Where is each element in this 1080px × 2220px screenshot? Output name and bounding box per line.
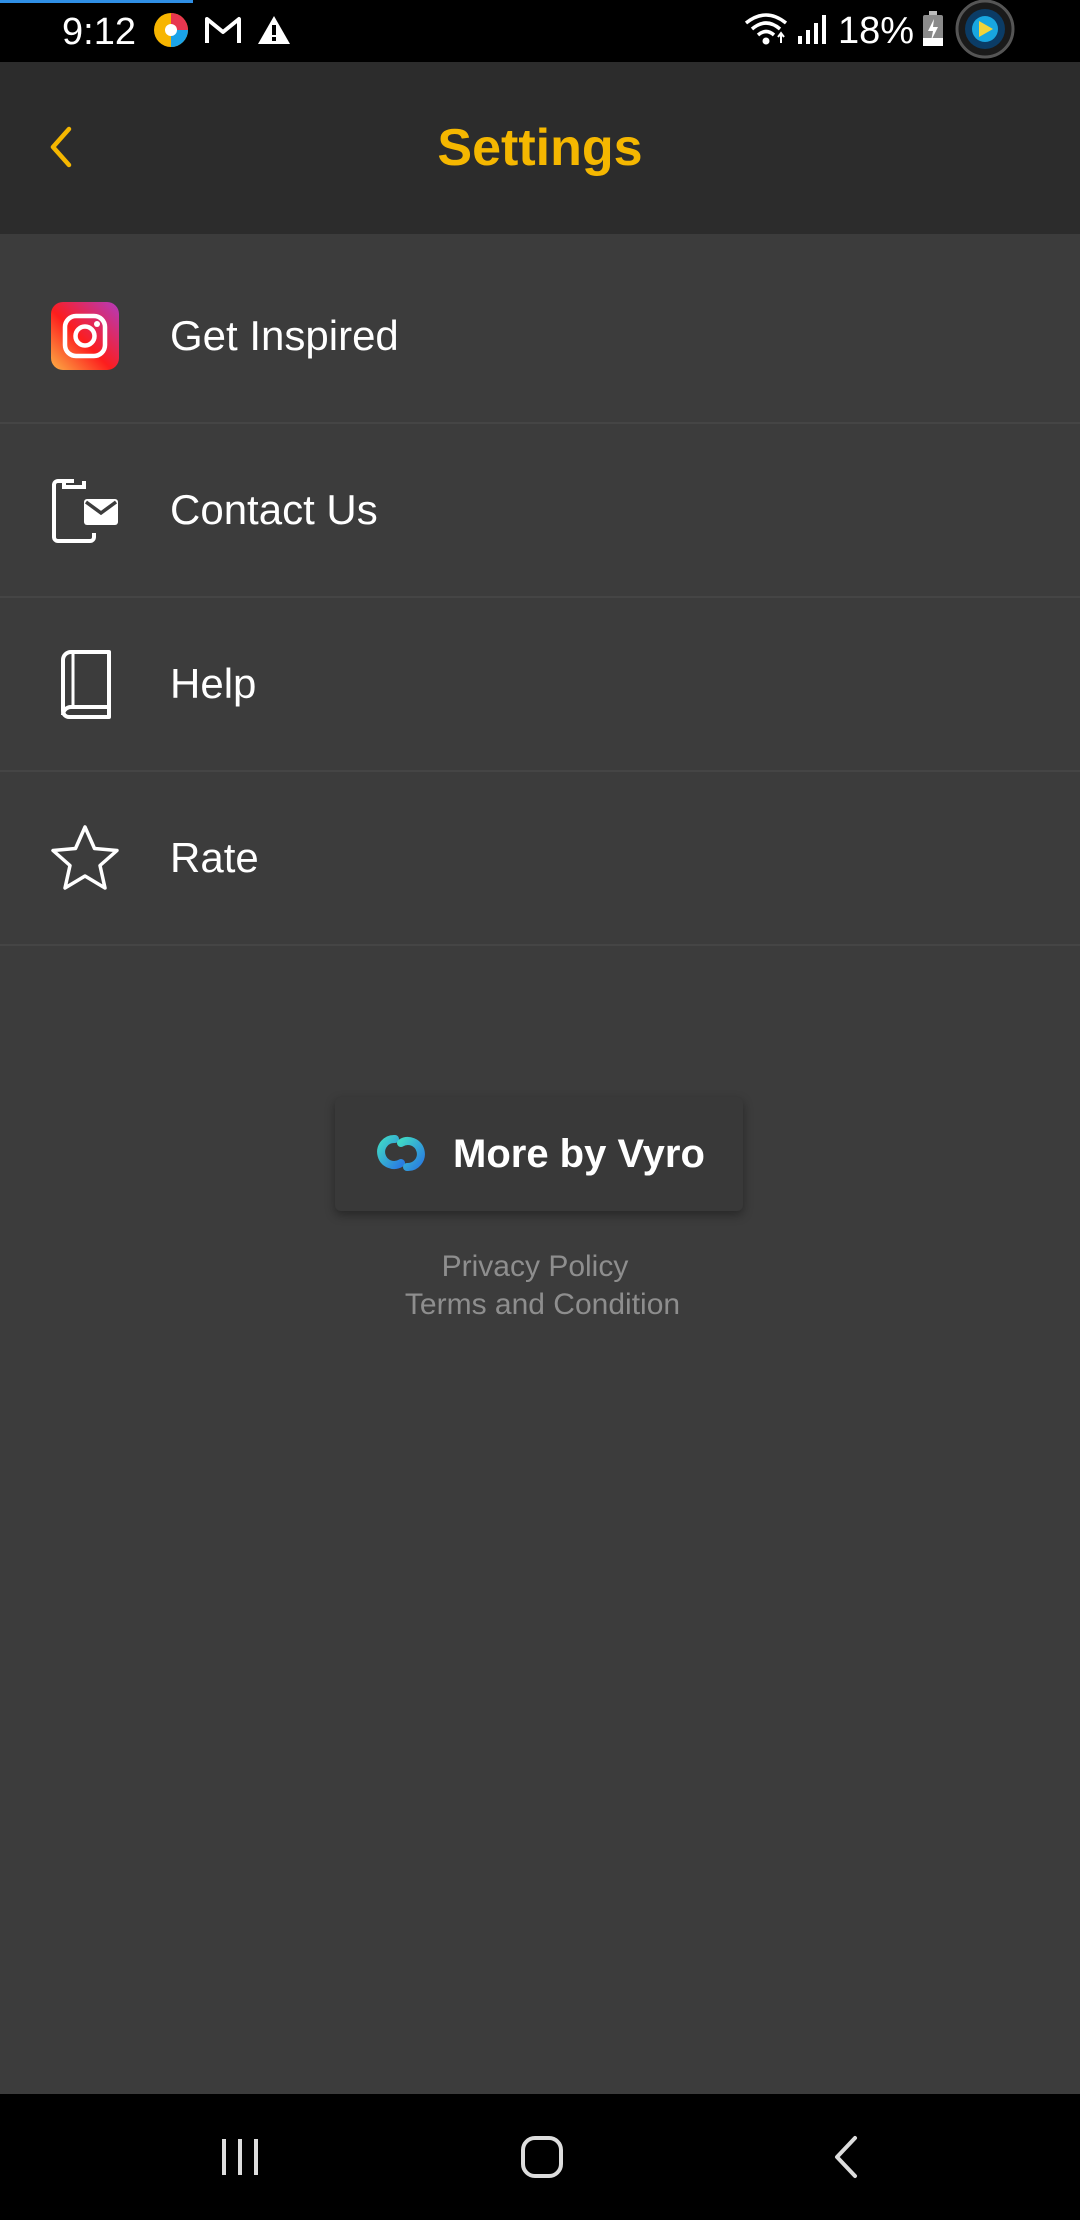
instagram-icon (50, 301, 120, 371)
app-bubble-icon[interactable] (952, 0, 1018, 64)
settings-item-label: Help (170, 660, 257, 707)
terms-and-condition-link[interactable]: Terms and Condition (0, 1286, 1080, 1324)
status-bar: 9:12 18% (0, 0, 1080, 62)
system-status-icons: 18% (744, 0, 1018, 58)
back-icon (835, 2136, 857, 2178)
color-app-icon (152, 11, 190, 54)
notification-icons (152, 12, 292, 52)
recent-apps-button[interactable] (200, 2122, 280, 2192)
settings-list: Get Inspired Contact Us Help Rate (0, 250, 1080, 946)
nav-back-button[interactable] (806, 2122, 886, 2192)
home-icon (521, 2136, 563, 2178)
app-header: Settings (0, 62, 1080, 234)
gmail-icon (204, 15, 242, 50)
contact-mail-icon (50, 475, 120, 545)
settings-item-help[interactable]: Help (0, 598, 1080, 772)
page-title: Settings (437, 119, 643, 177)
warning-icon (256, 14, 292, 51)
settings-item-get-inspired[interactable]: Get Inspired (0, 250, 1080, 424)
more-by-vyro-button[interactable]: More by Vyro (335, 1097, 743, 1211)
settings-item-label: Contact Us (170, 486, 378, 533)
signal-icon (796, 12, 830, 51)
settings-item-rate[interactable]: Rate (0, 772, 1080, 946)
settings-item-label: Get Inspired (170, 312, 399, 359)
wifi-icon (744, 11, 788, 52)
recent-apps-icon (222, 2139, 258, 2175)
privacy-policy-link[interactable]: Privacy Policy (0, 1248, 1080, 1286)
loading-progress-bar (0, 0, 193, 3)
home-button[interactable] (502, 2122, 582, 2192)
star-icon (50, 823, 120, 893)
settings-screen: 9:12 18% Settings Get Inspired Contact U… (0, 0, 1080, 2220)
status-time: 9:12 (62, 11, 136, 53)
battery-charging-icon (922, 10, 944, 52)
settings-item-contact-us[interactable]: Contact Us (0, 424, 1080, 598)
book-icon (50, 649, 120, 719)
vyro-logo-icon (377, 1135, 425, 1171)
battery-percentage: 18% (837, 10, 914, 52)
settings-item-label: Rate (170, 834, 259, 881)
more-by-vyro-label: More by Vyro (453, 1132, 705, 1176)
system-navigation-bar (0, 2094, 1080, 2220)
